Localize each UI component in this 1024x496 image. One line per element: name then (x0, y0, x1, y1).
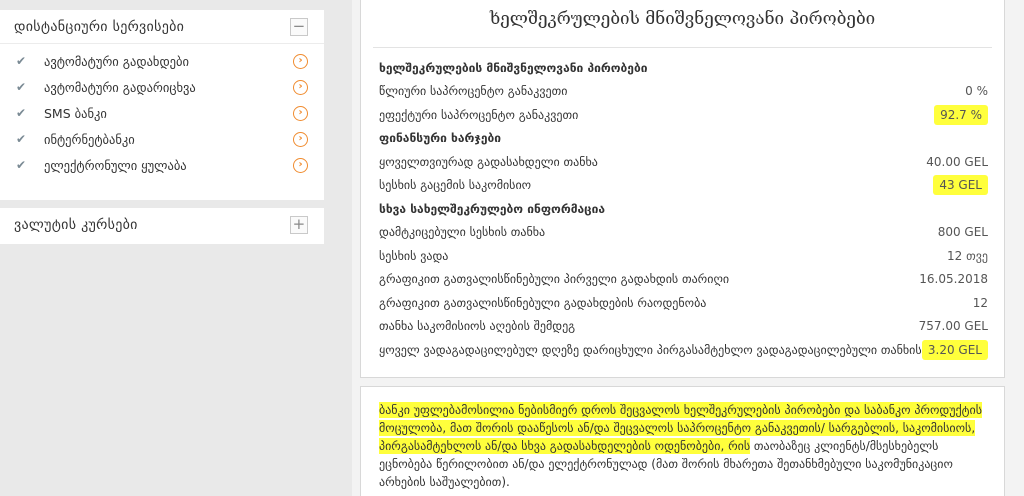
check-icon: ✔ (16, 132, 27, 146)
disclaimer-note: ბანკი უფლებამოსილია ნებისმიერ დროს შეცვა… (360, 386, 1005, 496)
row-label: ეფექტური საპროცენტო განაკვეთი (379, 107, 579, 122)
sidebar-item-auto-payments[interactable]: ✔ ავტომატური გადახდები › (0, 48, 324, 74)
row-label: თანხა საკომისიოს აღების შემდეგ (379, 319, 576, 334)
remote-services-header[interactable]: დისტანციური სერვისები − (0, 10, 324, 44)
currency-rates-panel: ვალუტის კურსები + (0, 208, 324, 244)
row-label: ყოველ ვადაგადაცილებულ დღეზე დარიცხული პი… (379, 342, 922, 357)
sidebar-item-label: ავტომატური გადახდები (44, 53, 189, 69)
main-content: ხელშეკრულების მნიშვნელოვანი პირობები ხელ… (352, 0, 1024, 496)
row-value: 3.20 GEL (921, 339, 988, 360)
table-row: დამტკიცებული სესხის თანხა 800 GEL (361, 221, 1004, 245)
row-label: წლიური საპროცენტო განაკვეთი (379, 84, 568, 99)
chevron-right-icon[interactable]: › (293, 105, 308, 121)
check-icon: ✔ (16, 158, 27, 172)
conditions-table: ხელშეკრულების მნიშვნელოვანი პირობები წლიუ… (361, 56, 1004, 362)
page-title: ხელშეკრულების მნიშვნელოვანი პირობები (489, 9, 876, 29)
expand-icon[interactable]: + (290, 216, 308, 234)
row-value: 800 GEL (937, 225, 988, 240)
collapse-icon[interactable]: − (290, 17, 308, 36)
table-row: სესხის ვადა 12 თვე (361, 244, 1004, 268)
row-label: ხელშეკრულების მნიშვნელოვანი პირობები (379, 60, 648, 75)
table-row: ყოველთვიურად გადასახდელი თანხა 40.00 GEL (361, 150, 1004, 174)
divider (373, 47, 992, 48)
row-label: გრაფიკით გათვალისწინებული პირველი გადახდ… (379, 272, 730, 287)
remote-services-list: ✔ ავტომატური გადახდები › ✔ ავტომატური გა… (0, 44, 324, 178)
row-value: 43 GEL (933, 175, 988, 196)
sidebar-item-internet-bank[interactable]: ✔ ინტერნეტბანკი › (0, 126, 324, 152)
currency-rates-title: ვალუტის კურსები (14, 217, 138, 233)
sidebar-item-label: ავტომატური გადარიცხვა (44, 79, 196, 95)
table-row: სესხის გაცემის საკომისიო 43 GEL (361, 174, 1004, 198)
check-icon: ✔ (16, 80, 27, 94)
row-value: 92.7 % (934, 104, 988, 125)
row-label: დამტკიცებული სესხის თანხა (379, 225, 546, 240)
sidebar-item-auto-transfer[interactable]: ✔ ავტომატური გადარიცხვა › (0, 74, 324, 100)
table-row: გრაფიკით გათვალისწინებული პირველი გადახდ… (361, 268, 1004, 292)
section-header-row: სხვა სახელშეკრულებო ინფორმაცია (361, 197, 1004, 221)
row-value: 757.00 GEL (918, 319, 988, 334)
row-label: ყოველთვიურად გადასახდელი თანხა (379, 154, 598, 169)
row-label: სესხის ვადა (379, 248, 449, 263)
row-label: სხვა სახელშეკრულებო ინფორმაცია (379, 201, 606, 216)
table-row: წლიური საპროცენტო განაკვეთი 0 % (361, 80, 1004, 104)
currency-rates-header[interactable]: ვალუტის კურსები + (0, 208, 324, 242)
chevron-right-icon[interactable]: › (293, 131, 308, 147)
section-header-row: ხელშეკრულების მნიშვნელოვანი პირობები (361, 56, 1004, 80)
row-value: 12 (972, 295, 988, 310)
row-value: 16.05.2018 (919, 272, 988, 287)
row-value: 40.00 GEL (926, 154, 988, 169)
table-row: თანხა საკომისიოს აღების შემდეგ 757.00 GEL (361, 315, 1004, 339)
section-header-row: ფინანსური ხარჯები (361, 127, 1004, 151)
check-icon: ✔ (16, 54, 27, 68)
table-row: ეფექტური საპროცენტო განაკვეთი 92.7 % (361, 103, 1004, 127)
sidebar-item-label: ინტერნეტბანკი (44, 131, 135, 147)
sidebar-item-label: SMS ბანკი (44, 105, 107, 121)
row-label: გრაფიკით გათვალისწინებული გადახდების რაო… (379, 295, 707, 310)
sidebar-item-e-piggybank[interactable]: ✔ ელექტრონული ყულაბა › (0, 152, 324, 178)
row-value: 0 % (965, 84, 988, 99)
table-row: გრაფიკით გათვალისწინებული გადახდების რაო… (361, 291, 1004, 315)
remote-services-panel: დისტანციური სერვისები − ✔ ავტომატური გად… (0, 10, 324, 200)
row-label: სესხის გაცემის საკომისიო (379, 178, 532, 193)
row-label: ფინანსური ხარჯები (379, 131, 502, 146)
row-value: 12 თვე (947, 248, 988, 263)
sidebar-item-sms-bank[interactable]: ✔ SMS ბანკი › (0, 100, 324, 126)
chevron-right-icon[interactable]: › (293, 53, 308, 69)
sidebar-item-label: ელექტრონული ყულაბა (44, 157, 187, 173)
check-icon: ✔ (16, 106, 27, 120)
loan-conditions-card: ხელშეკრულების მნიშვნელოვანი პირობები ხელ… (360, 0, 1005, 378)
table-row: ყოველ ვადაგადაცილებულ დღეზე დარიცხული პი… (361, 338, 1004, 362)
chevron-right-icon[interactable]: › (293, 157, 308, 173)
remote-services-title: დისტანციური სერვისები (14, 18, 185, 35)
chevron-right-icon[interactable]: › (293, 79, 308, 95)
